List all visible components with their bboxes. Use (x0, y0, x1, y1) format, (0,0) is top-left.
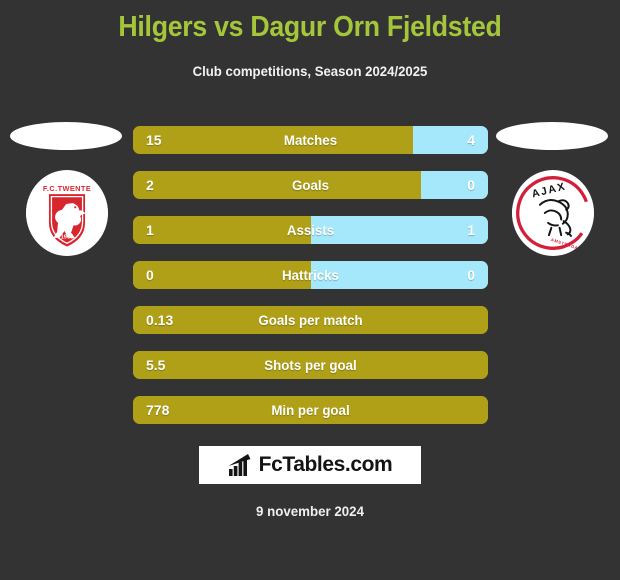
stat-row: 1 1 Assists (133, 216, 488, 244)
fctables-logo-text: FcTables.com (258, 453, 393, 476)
stat-label: Assists (286, 222, 335, 238)
ajax-crest: AJAX AMSTERDAM (512, 170, 594, 256)
stat-label: Min per goal (271, 402, 350, 418)
stat-label: Shots per goal (264, 357, 357, 373)
home-player-photo (10, 122, 122, 150)
page-title: Hilgers vs Dagur Orn Fjeldsted (118, 11, 502, 43)
stat-row: 2 0 Goals (133, 171, 488, 199)
stats-bar-chart: 15 4 Matches 2 0 Goals 1 1 Assists 0 0 Hattricks 0.1… (133, 126, 488, 441)
stat-row: 0.13 Goals per match (133, 306, 488, 334)
svg-text:1965: 1965 (61, 234, 75, 240)
away-player-photo (496, 122, 608, 150)
page-subtitle: Club competitions, Season 2024/2025 (192, 63, 428, 79)
stat-label: Goals (292, 177, 329, 193)
stat-row: 5.5 Shots per goal (133, 351, 488, 379)
svg-text:F.C.TWENTE: F.C.TWENTE (43, 184, 91, 193)
stat-row: 15 4 Matches (133, 126, 488, 154)
bar-chart-icon (228, 454, 251, 476)
home-player-panel: F.C.TWENTE 1965 (8, 118, 128, 278)
footer-date: 9 november 2024 (256, 503, 364, 519)
fc-twente-crest: F.C.TWENTE 1965 (26, 170, 108, 256)
stat-label: Goals per match (258, 312, 363, 328)
fctables-logo[interactable]: FcTables.com (199, 446, 421, 484)
stat-label: Matches (283, 132, 338, 148)
stat-label: Hattricks (282, 267, 339, 283)
away-player-panel: AJAX AMSTERDAM (494, 118, 614, 278)
stat-row: 0 0 Hattricks (133, 261, 488, 289)
stat-row: 778 Min per goal (133, 396, 488, 424)
